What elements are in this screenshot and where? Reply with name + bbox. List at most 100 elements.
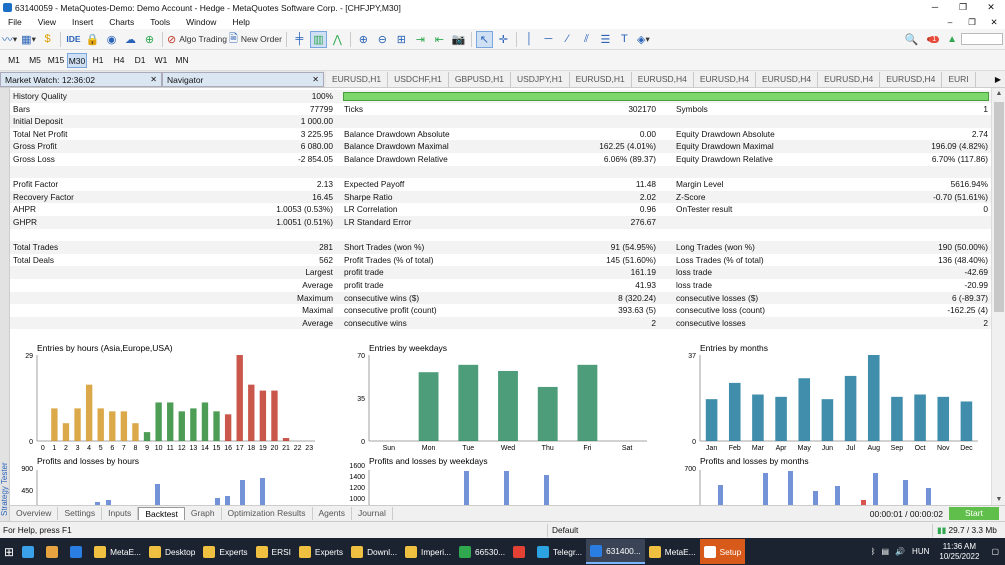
scrollbar-thumb[interactable] — [994, 102, 1004, 312]
timeframe-m15[interactable]: M15 — [46, 53, 66, 68]
notification-center-icon[interactable]: ▢ — [991, 547, 999, 556]
bluetooth-icon[interactable]: ᛒ — [871, 547, 876, 556]
taskbar-app[interactable] — [509, 539, 533, 564]
shapes-button[interactable]: ◈ ▾ — [635, 31, 652, 48]
tab-backtest[interactable]: Backtest — [138, 507, 185, 520]
signal-strength-icon[interactable]: ▲ — [947, 34, 957, 45]
network-icon[interactable]: ▤ — [882, 547, 890, 556]
taskbar-app[interactable]: 66530... — [455, 539, 509, 564]
chart-tab[interactable]: EURUSD,H4 — [880, 71, 943, 87]
start-button[interactable]: Start — [949, 507, 999, 520]
text-button[interactable]: T — [616, 31, 633, 48]
taskbar-app[interactable] — [18, 539, 42, 564]
scroll-down-icon[interactable]: ▼ — [992, 496, 1005, 503]
taskbar-app[interactable]: Desktop — [145, 539, 199, 564]
vps-button[interactable]: ⊕ — [141, 31, 158, 48]
menu-help[interactable]: Help — [224, 17, 257, 27]
mdi-close-button[interactable]: ✕ — [983, 17, 1005, 28]
chart-tab[interactable]: USDJPY,H1 — [511, 71, 570, 87]
close-button[interactable]: ✕ — [977, 2, 1005, 13]
taskbar-app[interactable]: Setup — [699, 539, 746, 564]
menu-file[interactable]: File — [0, 17, 30, 27]
algo-trading-button[interactable]: ⊘ Algo Trading — [167, 31, 227, 48]
bar-chart-button[interactable]: ╪ — [291, 31, 308, 48]
scroll-button[interactable]: ⇥ — [412, 31, 429, 48]
tab-graph[interactable]: Graph — [185, 507, 222, 520]
screenshot-button[interactable]: 📷 — [450, 31, 467, 48]
fibo-button[interactable]: ☰ — [597, 31, 614, 48]
scroll-up-icon[interactable]: ▲ — [992, 90, 1005, 97]
channel-button[interactable]: ⫽ — [578, 31, 595, 48]
new-order-button[interactable]: 🗎 New Order — [229, 31, 282, 48]
taskbar-app[interactable]: ERSI — [252, 539, 295, 564]
timeframe-h4[interactable]: H4 — [109, 53, 129, 68]
start-menu-button[interactable]: ⊞ — [0, 539, 18, 564]
mdi-restore-button[interactable]: ❐ — [961, 17, 983, 28]
timeframe-m30[interactable]: M30 — [67, 52, 87, 68]
navigator-panel[interactable]: Navigator ✕ — [162, 72, 324, 87]
chart-tab[interactable]: EURI — [942, 71, 976, 87]
taskbar-app[interactable]: MetaE... — [90, 539, 145, 564]
taskbar-app[interactable]: Experts — [295, 539, 347, 564]
trendline-button[interactable]: ⁄ — [559, 31, 576, 48]
crosshair-button[interactable]: ✛ — [495, 31, 512, 48]
signals-button[interactable]: ◉ — [103, 31, 120, 48]
tab-overview[interactable]: Overview — [10, 507, 59, 520]
menu-charts[interactable]: Charts — [101, 17, 142, 27]
search-icon[interactable]: 🔍 — [904, 33, 918, 46]
chart-type-button[interactable]: 〰 ▾ — [1, 31, 18, 48]
menu-tools[interactable]: Tools — [142, 17, 178, 27]
zoom-in-button[interactable]: ⊕ — [355, 31, 372, 48]
report-scrollbar[interactable]: ▲ ▼ — [991, 88, 1005, 505]
restore-button[interactable]: ❐ — [949, 2, 977, 13]
tab-inputs[interactable]: Inputs — [102, 507, 139, 520]
cursor-button[interactable]: ↖ — [475, 30, 493, 48]
tab-settings[interactable]: Settings — [58, 507, 103, 520]
timeframe-m1[interactable]: M1 — [4, 53, 24, 68]
taskbar-app[interactable]: Telegr... — [533, 539, 586, 564]
chart-tab[interactable]: EURUSD,H1 — [570, 71, 632, 87]
timeframe-d1[interactable]: D1 — [130, 53, 150, 68]
taskbar-app[interactable]: 631400... — [586, 539, 645, 564]
clock[interactable]: 11:36 AM 10/25/2022 — [933, 542, 985, 562]
taskbar-app[interactable] — [66, 539, 90, 564]
close-icon[interactable]: ✕ — [308, 75, 319, 84]
volume-icon[interactable]: 🔊 — [895, 547, 905, 556]
mdi-minimize-button[interactable]: – — [939, 17, 961, 28]
chart-tab[interactable]: GBPUSD,H1 — [449, 71, 511, 87]
cloud-button[interactable]: ☁ — [122, 31, 139, 48]
shift-button[interactable]: ⇤ — [431, 31, 448, 48]
taskbar-app[interactable]: Imperi... — [401, 539, 455, 564]
search-input[interactable] — [961, 33, 1003, 45]
tile-button[interactable]: ⊞ — [393, 31, 410, 48]
menu-insert[interactable]: Insert — [64, 17, 101, 27]
tab-scroll-right-icon[interactable]: ▶ — [991, 75, 1005, 84]
metaquotes-button[interactable]: $ — [39, 31, 56, 48]
timeframe-m5[interactable]: M5 — [25, 53, 45, 68]
chart-tab[interactable]: EURUSD,H4 — [694, 71, 756, 87]
taskbar-app[interactable] — [42, 539, 66, 564]
timeframe-w1[interactable]: W1 — [151, 53, 171, 68]
candlestick-button[interactable]: ▥ — [309, 30, 327, 48]
timeframe-mn[interactable]: MN — [172, 53, 192, 68]
menu-view[interactable]: View — [30, 17, 64, 27]
language-indicator[interactable]: HUN — [912, 547, 929, 556]
tab-optimization-results[interactable]: Optimization Results — [222, 507, 313, 520]
chart-tab[interactable]: EURUSD,H1 — [326, 71, 389, 87]
timeframe-h1[interactable]: H1 — [88, 53, 108, 68]
minimize-button[interactable]: ─ — [921, 2, 949, 13]
chart-tab[interactable]: USDCHF,H1 — [388, 71, 449, 87]
menu-window[interactable]: Window — [178, 17, 224, 27]
line-button[interactable]: ⋀ — [329, 31, 346, 48]
market-watch-panel[interactable]: Market Watch: 12:36:02 ✕ — [0, 72, 162, 87]
templates-button[interactable]: ▦ ▾ — [20, 31, 37, 48]
taskbar-app[interactable]: Downl... — [347, 539, 401, 564]
chart-tab[interactable]: EURUSD,H4 — [756, 71, 819, 87]
taskbar-app[interactable]: Experts — [199, 539, 251, 564]
chart-tab[interactable]: EURUSD,H4 — [632, 71, 694, 87]
taskbar-app[interactable]: MetaE... — [645, 539, 700, 564]
lock-button[interactable]: 🔒 — [84, 31, 101, 48]
close-icon[interactable]: ✕ — [146, 75, 157, 84]
chart-tab[interactable]: EURUSD,H4 — [818, 71, 881, 87]
tab-journal[interactable]: Journal — [352, 507, 393, 520]
